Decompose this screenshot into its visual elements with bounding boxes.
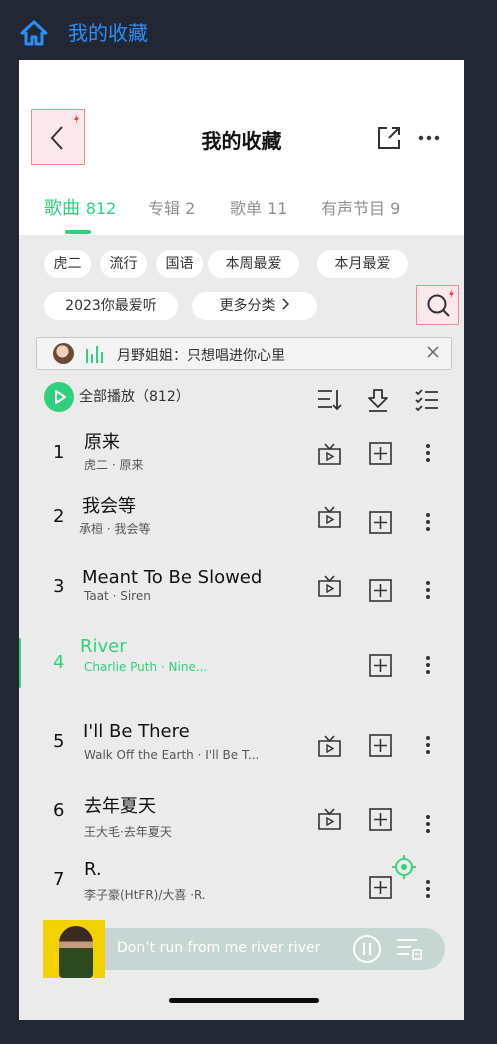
search-button[interactable] <box>416 285 459 325</box>
song-more-icon[interactable] <box>425 814 431 834</box>
add-icon[interactable] <box>369 511 392 534</box>
song-title: River <box>80 636 127 657</box>
download-icon[interactable] <box>365 387 391 413</box>
mv-icon[interactable] <box>317 443 342 465</box>
song-number: 4 <box>53 652 65 673</box>
avatar <box>53 343 74 364</box>
play-all-label: 全部播放（812） <box>79 389 190 405</box>
song-more-icon[interactable] <box>425 655 431 675</box>
chip-more-categories[interactable]: 更多分类 <box>192 292 317 320</box>
add-icon[interactable] <box>369 442 392 465</box>
tab-playlists[interactable]: 歌单 11 <box>230 195 287 219</box>
song-title: R. <box>84 859 102 880</box>
song-number: 1 <box>53 442 65 463</box>
share-icon[interactable] <box>376 125 402 151</box>
tab-audio-programs[interactable]: 有声节目 9 <box>321 195 400 219</box>
locate-icon[interactable] <box>391 854 417 880</box>
song-number: 7 <box>53 869 65 890</box>
home-icon[interactable] <box>20 20 48 46</box>
song-number: 6 <box>53 800 65 821</box>
mv-icon[interactable] <box>317 808 342 830</box>
song-artist-album: Charlie Puth · Nine... <box>84 660 208 674</box>
window-topbar: 我的收藏 <box>0 0 497 60</box>
more-icon[interactable] <box>418 135 440 141</box>
song-row-playing[interactable]: 4 River Charlie Puth · Nine... <box>19 630 464 700</box>
song-more-icon[interactable] <box>425 879 431 899</box>
tab-songs-count: 812 <box>85 199 117 218</box>
audio-bars-icon <box>86 346 103 363</box>
close-icon[interactable] <box>427 346 439 358</box>
play-icon <box>55 390 66 404</box>
add-icon[interactable] <box>369 876 392 899</box>
song-number: 3 <box>53 576 65 597</box>
song-more-icon[interactable] <box>425 512 431 532</box>
tab-albums[interactable]: 专辑 2 <box>148 195 195 219</box>
lyric-text: Don’t run from me river river <box>117 940 321 956</box>
recommend-banner[interactable]: 月野姐姐：只想唱进你心里 <box>36 337 452 370</box>
queue-icon[interactable] <box>395 936 425 962</box>
song-artist-album: Taat · Siren <box>84 589 151 603</box>
chip-month-fav[interactable]: 本月最爱 <box>317 250 408 278</box>
sort-icon[interactable] <box>316 387 342 413</box>
play-all-button[interactable] <box>44 382 74 412</box>
add-icon[interactable] <box>369 808 392 831</box>
song-row[interactable]: 1 原来 虎二 · 原来 <box>19 415 464 485</box>
flame-icon <box>74 114 79 124</box>
tab-songs[interactable]: 歌曲 812 <box>44 194 116 220</box>
song-row[interactable]: 2 我会等 承桓 · 我会等 <box>19 485 464 555</box>
mv-icon[interactable] <box>317 735 342 757</box>
banner-text: 月野姐姐：只想唱进你心里 <box>117 348 285 364</box>
flame-icon <box>449 289 454 299</box>
song-number: 2 <box>53 506 65 527</box>
tab-bar: 歌曲 812 专辑 2 歌单 11 有声节目 9 <box>19 195 464 225</box>
song-title: 原来 <box>84 432 120 453</box>
mini-player[interactable]: Don’t run from me river river <box>43 920 445 980</box>
phone-screen: 我的收藏 歌曲 812 专辑 2 歌单 11 有声节目 9 虎二 流行 国语 本… <box>19 60 464 1020</box>
chip-huer[interactable]: 虎二 <box>44 250 91 278</box>
song-title: I'll Be There <box>83 721 190 742</box>
chip-week-fav[interactable]: 本周最爱 <box>208 250 299 278</box>
song-more-icon[interactable] <box>425 735 431 755</box>
song-number: 5 <box>53 731 65 752</box>
album-cover[interactable] <box>43 920 105 978</box>
song-more-icon[interactable] <box>425 580 431 600</box>
song-artist-album: 李子豪(HtFR)/大喜 ·R. <box>84 888 206 902</box>
mv-icon[interactable] <box>317 506 342 528</box>
song-artist-album: 虎二 · 原来 <box>84 458 144 472</box>
song-artist-album: Walk Off the Earth · I'll Be T... <box>84 748 260 762</box>
song-row[interactable]: 3 Meant To Be Slowed Taat · Siren <box>19 555 464 625</box>
multi-select-icon[interactable] <box>414 387 440 413</box>
chip-more-label: 更多分类 <box>219 298 276 314</box>
song-artist-album: 承桓 · 我会等 <box>79 522 151 536</box>
add-icon[interactable] <box>369 654 392 677</box>
pause-icon[interactable] <box>352 934 382 964</box>
add-icon[interactable] <box>369 579 392 602</box>
add-icon[interactable] <box>369 734 392 757</box>
window-title: 我的收藏 <box>68 21 148 45</box>
song-title: 我会等 <box>82 496 136 517</box>
mv-icon[interactable] <box>317 575 342 597</box>
song-row[interactable]: 6 去年夏天 王大毛·去年夏天 <box>19 780 464 850</box>
chip-mandarin[interactable]: 国语 <box>156 250 203 278</box>
song-title: Meant To Be Slowed <box>82 567 263 588</box>
chevron-right-icon <box>281 298 289 310</box>
song-title: 去年夏天 <box>84 796 156 817</box>
tab-songs-label: 歌曲 <box>44 198 80 219</box>
home-indicator <box>169 998 319 1003</box>
tab-underline <box>65 230 91 234</box>
song-artist-album: 王大毛·去年夏天 <box>84 825 172 839</box>
song-more-icon[interactable] <box>425 443 431 463</box>
chip-pop[interactable]: 流行 <box>100 250 147 278</box>
song-row[interactable]: 5 I'll Be There Walk Off the Earth · I'l… <box>19 710 464 780</box>
chip-2023-fav[interactable]: 2023你最爱听 <box>44 292 178 320</box>
album-art-figure <box>59 926 93 978</box>
